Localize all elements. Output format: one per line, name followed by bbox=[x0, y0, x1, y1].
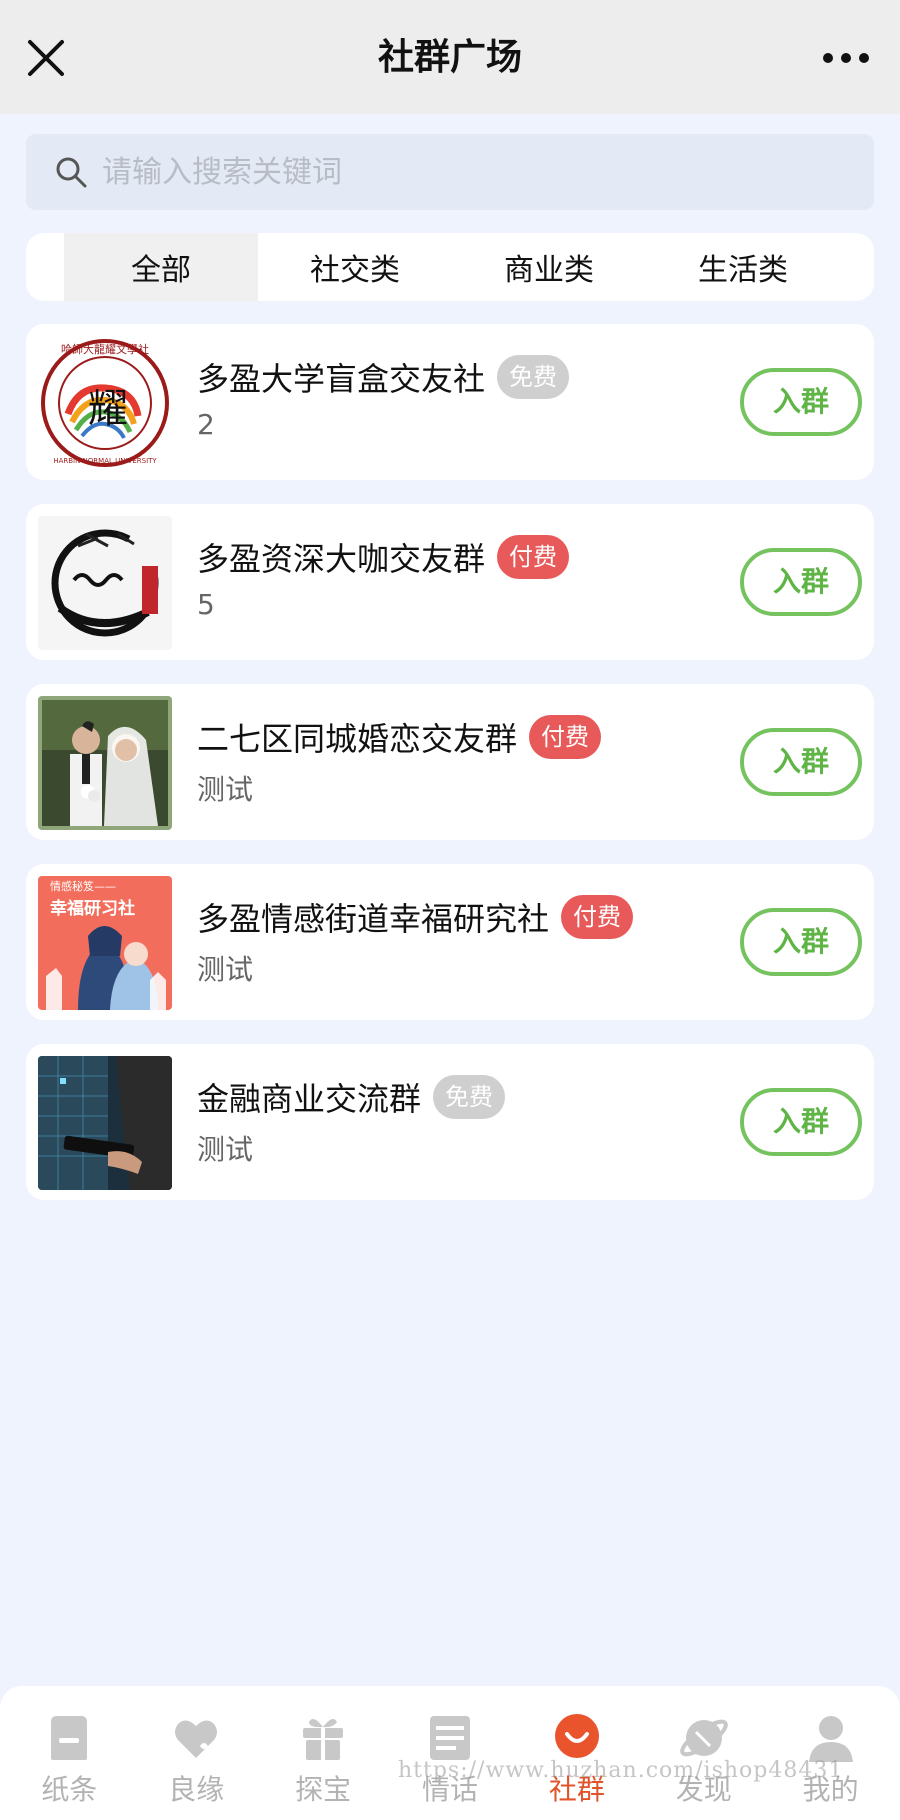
join-group-button[interactable]: 入群 bbox=[740, 908, 862, 976]
group-name: 二七区同城婚恋交友群 bbox=[197, 720, 518, 758]
join-group-button[interactable]: 入群 bbox=[740, 368, 862, 436]
page-title: 社群广场 bbox=[377, 37, 522, 78]
wedding-photo bbox=[38, 696, 172, 830]
group-avatar: 耀 哈師大龍耀文學社 HARBIN NORMAL UNIVERSITY bbox=[38, 336, 172, 470]
join-group-button[interactable]: 入群 bbox=[740, 1088, 862, 1156]
page: 社群广场 全部 社交类 商业类 生活类 bbox=[0, 0, 900, 1820]
search-icon bbox=[56, 157, 87, 188]
emotion-poster: 情感秘笈—— 幸福研习社 bbox=[38, 876, 172, 1010]
free-badge: 免费 bbox=[497, 355, 570, 399]
nav-item-me[interactable]: 我的 bbox=[767, 1686, 894, 1820]
group-subtitle: 测试 bbox=[197, 953, 254, 986]
nav-label: 情话 bbox=[422, 1773, 479, 1806]
group-subtitle: 测试 bbox=[197, 1133, 254, 1166]
gift-icon bbox=[303, 1718, 344, 1760]
nav-item-notes[interactable]: 纸条 bbox=[6, 1686, 133, 1820]
paid-badge: 付费 bbox=[497, 535, 570, 579]
svg-text:幸福研习社: 幸福研习社 bbox=[50, 898, 135, 919]
tab-life[interactable]: 生活类 bbox=[646, 233, 840, 301]
more-options-icon[interactable] bbox=[818, 40, 874, 76]
group-avatar bbox=[38, 1056, 172, 1190]
category-tabs: 全部 社交类 商业类 生活类 bbox=[26, 233, 874, 301]
nav-label: 纸条 bbox=[41, 1773, 98, 1806]
group-title-row: 二七区同城婚恋交友群 付费 bbox=[197, 714, 602, 760]
group-card[interactable]: 情感秘笈—— 幸福研习社 多盈情感街道幸福研究社 付费 测试 入群 bbox=[26, 864, 874, 1020]
nav-label: 我的 bbox=[802, 1773, 859, 1806]
svg-text:耀: 耀 bbox=[88, 386, 128, 432]
group-name: 多盈情感街道幸福研究社 bbox=[197, 900, 550, 938]
nav-label: 良缘 bbox=[168, 1773, 225, 1806]
ink-circle-logo bbox=[38, 516, 172, 650]
group-subtitle: 5 bbox=[197, 588, 215, 621]
join-group-button[interactable]: 入群 bbox=[740, 728, 862, 796]
tab-business[interactable]: 商业类 bbox=[452, 233, 646, 301]
svg-text:哈師大龍耀文學社: 哈師大龍耀文學社 bbox=[61, 342, 149, 356]
group-title-row: 金融商业交流群 免费 bbox=[197, 1074, 506, 1120]
group-name: 金融商业交流群 bbox=[197, 1080, 422, 1118]
nav-item-groups[interactable]: 社群 bbox=[513, 1686, 640, 1820]
join-group-button[interactable]: 入群 bbox=[740, 548, 862, 616]
nav-item-love-words[interactable]: 情话 bbox=[387, 1686, 514, 1820]
group-avatar: 情感秘笈—— 幸福研习社 bbox=[38, 876, 172, 1010]
group-avatar bbox=[38, 516, 172, 650]
nav-label: 发现 bbox=[675, 1773, 732, 1806]
group-subtitle: 测试 bbox=[197, 773, 254, 806]
search-input[interactable] bbox=[102, 154, 874, 190]
close-icon[interactable] bbox=[22, 34, 70, 82]
bottom-nav: 纸条 良缘 探宝 情话 社群 发现 我的 bbox=[0, 1686, 900, 1820]
group-subtitle: 2 bbox=[197, 408, 215, 441]
group-icon bbox=[554, 1714, 599, 1758]
group-card[interactable]: 二七区同城婚恋交友群 付费 测试 入群 bbox=[26, 684, 874, 840]
tab-social[interactable]: 社交类 bbox=[258, 233, 452, 301]
group-title-row: 多盈大学盲盒交友社 免费 bbox=[197, 354, 570, 400]
svg-text:HARBIN NORMAL UNIVERSITY: HARBIN NORMAL UNIVERSITY bbox=[53, 457, 157, 465]
message-icon bbox=[430, 1716, 470, 1760]
nav-item-match[interactable]: 良缘 bbox=[133, 1686, 260, 1820]
group-card[interactable]: 耀 哈師大龍耀文學社 HARBIN NORMAL UNIVERSITY 多盈大学… bbox=[26, 324, 874, 480]
finance-photo bbox=[38, 1056, 172, 1190]
group-avatar bbox=[38, 696, 172, 830]
user-icon bbox=[808, 1716, 853, 1762]
svg-text:情感秘笈——: 情感秘笈—— bbox=[50, 879, 116, 893]
nav-label: 社群 bbox=[548, 1773, 605, 1806]
note-icon bbox=[51, 1716, 88, 1760]
heart-icon bbox=[175, 1720, 218, 1758]
search-bar bbox=[26, 134, 874, 210]
group-title-row: 多盈资深大咖交友群 付费 bbox=[197, 534, 570, 580]
nav-label: 探宝 bbox=[295, 1773, 352, 1806]
tab-all[interactable]: 全部 bbox=[64, 233, 258, 301]
planet-icon bbox=[679, 1719, 728, 1757]
group-card[interactable]: 多盈资深大咖交友群 付费 5 入群 bbox=[26, 504, 874, 660]
paid-badge: 付费 bbox=[529, 715, 602, 759]
group-title-row: 多盈情感街道幸福研究社 付费 bbox=[197, 894, 634, 940]
nav-item-treasure[interactable]: 探宝 bbox=[260, 1686, 387, 1820]
literature-club-logo: 耀 哈師大龍耀文學社 HARBIN NORMAL UNIVERSITY bbox=[38, 336, 172, 470]
nav-item-discover[interactable]: 发现 bbox=[640, 1686, 767, 1820]
group-name: 多盈资深大咖交友群 bbox=[197, 540, 486, 578]
free-badge: 免费 bbox=[433, 1075, 506, 1119]
group-name: 多盈大学盲盒交友社 bbox=[197, 360, 486, 398]
group-card[interactable]: 金融商业交流群 免费 测试 入群 bbox=[26, 1044, 874, 1200]
paid-badge: 付费 bbox=[561, 895, 634, 939]
top-bar: 社群广场 bbox=[0, 0, 900, 114]
